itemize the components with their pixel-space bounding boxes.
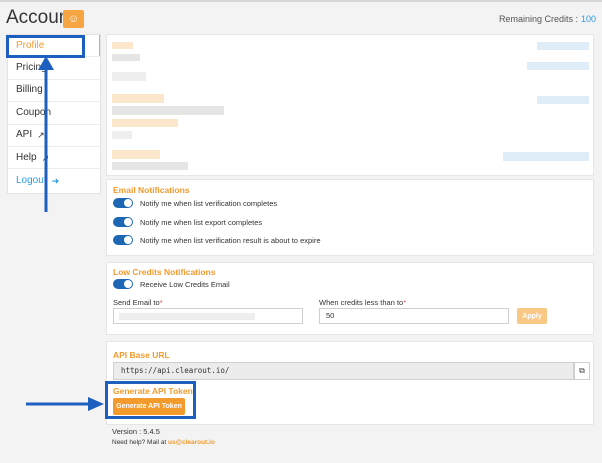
- right-arrow-head: [88, 397, 104, 411]
- sidebar-item-api[interactable]: API ↗: [8, 125, 100, 147]
- toggle-switch[interactable]: [113, 279, 133, 289]
- credits-value[interactable]: 100: [581, 14, 596, 24]
- profile-details-panel: [106, 34, 594, 176]
- help-email-link[interactable]: us@clearout.io: [168, 439, 215, 446]
- blurred-value: [112, 131, 132, 139]
- blurred-value: [112, 162, 188, 170]
- threshold-label: When credits less than to*: [319, 298, 407, 307]
- credits-label: Remaining Credits :: [498, 14, 578, 24]
- threshold-input[interactable]: 50: [319, 308, 509, 324]
- top-divider: [0, 0, 602, 2]
- version-text: Version : 5.4.5: [112, 427, 160, 436]
- blurred-value: [112, 72, 146, 81]
- sidebar-item-label: Pricing: [16, 62, 47, 74]
- section-title: Email Notifications: [113, 185, 190, 195]
- version-footer: Version : 5.4.5 Need help? Mail at us@cl…: [106, 425, 594, 453]
- sidebar-item-label: Help: [16, 151, 37, 163]
- api-token-highlight-box: [105, 381, 196, 419]
- users-icon: ☺: [63, 10, 84, 28]
- notification-option: Notify me when list verification complet…: [113, 198, 277, 208]
- active-indicator: [99, 35, 100, 57]
- blurred-link: [503, 152, 589, 161]
- toggle-switch[interactable]: [113, 235, 133, 245]
- external-link-icon: ↗: [37, 130, 45, 141]
- toggle-label: Receive Low Credits Email: [140, 279, 230, 289]
- sidebar-item-coupon[interactable]: Coupon: [8, 102, 100, 125]
- sidebar-item-logout[interactable]: Logout ➜: [8, 169, 100, 191]
- low-credits-option: Receive Low Credits Email: [113, 279, 230, 289]
- blurred-label: [112, 42, 133, 49]
- section-title: API Base URL: [113, 350, 170, 360]
- blurred-email: [119, 313, 255, 320]
- sidebar-item-label: Logout: [16, 174, 47, 186]
- account-sidebar: Profile Pricing Billing Coupon API ↗ Hel…: [7, 34, 101, 194]
- toggle-label: Notify me when list verification complet…: [140, 198, 278, 208]
- notification-option: Notify me when list export completes: [113, 217, 262, 227]
- blurred-link: [537, 42, 589, 50]
- section-title: Low Credits Notifications: [113, 267, 216, 277]
- help-text: Need help? Mail at us@clearout.io: [112, 439, 215, 446]
- blurred-value: [112, 106, 224, 115]
- blurred-link: [527, 62, 589, 70]
- apply-button[interactable]: Apply: [517, 308, 547, 324]
- toggle-switch[interactable]: [113, 217, 133, 227]
- sidebar-item-help[interactable]: Help ↗: [8, 147, 100, 170]
- sidebar-item-pricing[interactable]: Pricing: [8, 57, 100, 80]
- notification-option: Notify me when list verification result …: [113, 235, 321, 245]
- send-email-input[interactable]: [113, 308, 303, 324]
- external-link-icon: ↗: [41, 152, 50, 163]
- blurred-value: [112, 119, 178, 127]
- sidebar-item-billing[interactable]: Billing: [8, 80, 100, 103]
- blurred-value: [112, 54, 140, 61]
- toggle-label: Notify me when list verification result …: [140, 235, 321, 245]
- sidebar-item-label: Coupon: [16, 106, 52, 118]
- profile-highlight-box: [6, 35, 85, 58]
- api-base-url-field[interactable]: https://api.clearout.io/: [113, 362, 574, 380]
- blurred-label: [112, 150, 160, 159]
- copy-icon[interactable]: ⧉: [574, 362, 590, 380]
- blurred-label: [112, 94, 164, 103]
- logout-icon: ➜: [51, 175, 60, 186]
- sidebar-item-label: Billing: [16, 84, 43, 96]
- toggle-switch[interactable]: [113, 198, 133, 208]
- toggle-label: Notify me when list export completes: [140, 217, 263, 227]
- remaining-credits: Remaining Credits :100: [499, 14, 596, 24]
- send-email-label: Send Email to*: [113, 298, 163, 307]
- low-credits-panel: Low Credits Notifications Receive Low Cr…: [106, 262, 594, 335]
- sidebar-item-label: API: [16, 129, 33, 141]
- blurred-link: [537, 96, 589, 104]
- email-notifications-panel: Email Notifications Notify me when list …: [106, 179, 594, 256]
